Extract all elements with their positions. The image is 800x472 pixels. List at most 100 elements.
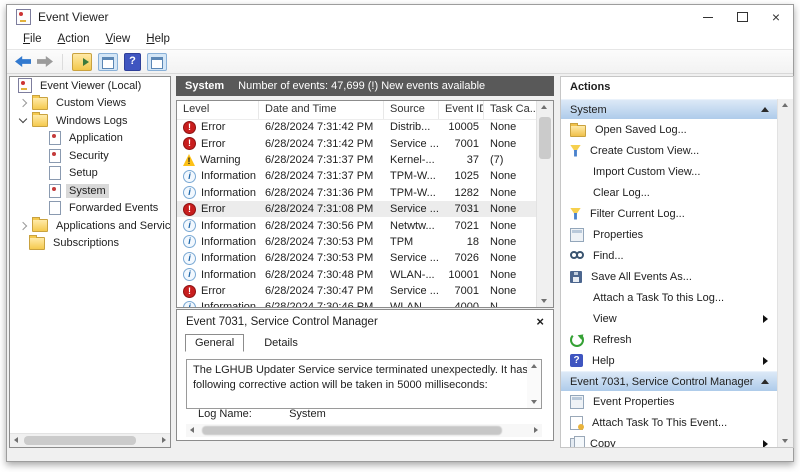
column-level[interactable]: Level	[177, 101, 259, 119]
back-icon[interactable]	[15, 56, 31, 67]
column-source[interactable]: Source	[384, 101, 439, 119]
action-properties[interactable]: Properties	[561, 224, 778, 245]
source-text: TPM-W...	[390, 186, 436, 199]
tree-item-event-viewer-local[interactable]: Event Viewer (Local)	[10, 77, 170, 95]
scrollbar-thumb[interactable]	[539, 117, 551, 159]
action-help[interactable]: ? Help	[561, 350, 778, 371]
detail-horizontal-scrollbar[interactable]	[186, 424, 542, 437]
column-task-category[interactable]: Task Ca...	[484, 101, 537, 119]
source-text: TPM-W...	[390, 170, 436, 183]
action-view[interactable]: View	[561, 308, 778, 329]
event-row-partial[interactable]: i Information 6/28/2024 7:30:46 PM WLAN..…	[177, 299, 537, 307]
description-scrollbar[interactable]	[527, 360, 541, 408]
tree-item-security[interactable]: Security	[10, 147, 170, 165]
scrollbar-thumb[interactable]	[24, 436, 136, 445]
scroll-left-icon[interactable]	[14, 437, 18, 443]
actions-section-system[interactable]: System	[561, 99, 778, 119]
scroll-right-icon[interactable]	[162, 437, 166, 443]
event-row-selected[interactable]: ! Error 6/28/2024 7:31:08 PM Service ... …	[177, 200, 537, 218]
column-event-id[interactable]: Event ID	[439, 101, 484, 119]
minimize-icon	[703, 16, 713, 18]
collapse-icon[interactable]	[761, 107, 769, 112]
event-row[interactable]: i Information 6/28/2024 7:30:53 PM Servic…	[177, 250, 537, 266]
tree-item-application[interactable]: Application	[10, 130, 170, 148]
action-import-custom-view[interactable]: Import Custom View...	[561, 161, 778, 182]
action-label: Help	[592, 354, 615, 367]
menu-file[interactable]: File	[15, 31, 50, 47]
column-date-time[interactable]: Date and Time	[259, 101, 384, 119]
source-text: WLAN-...	[390, 268, 435, 281]
actions-vertical-scrollbar[interactable]	[777, 99, 793, 447]
tree-item-applications-services[interactable]: Applications and Services Log	[10, 217, 170, 235]
event-row[interactable]: i Information 6/28/2024 7:30:53 PM TPM 18…	[177, 234, 537, 250]
action-pane-icon[interactable]	[147, 52, 167, 71]
event-row[interactable]: i Information 6/28/2024 7:31:36 PM TPM-W.…	[177, 185, 537, 201]
error-icon: !	[183, 284, 196, 298]
chevron-right-icon[interactable]	[18, 221, 28, 230]
scroll-up-icon[interactable]	[531, 364, 537, 368]
action-attach-task-event[interactable]: Attach Task To This Event...	[561, 412, 778, 433]
scrollbar-thumb[interactable]	[202, 426, 502, 435]
task-text: None	[490, 252, 517, 265]
event-row[interactable]: ! Warning 6/28/2024 7:31:37 PM Kernel-...…	[177, 152, 537, 168]
tree-item-subscriptions[interactable]: Subscriptions	[10, 234, 170, 253]
action-create-custom-view[interactable]: Create Custom View...	[561, 140, 778, 161]
scroll-right-icon[interactable]	[534, 427, 538, 433]
action-filter-current-log[interactable]: Filter Current Log...	[561, 203, 778, 224]
close-button[interactable]: ×	[759, 5, 793, 29]
detail-fields: Log Name: System	[186, 408, 542, 420]
list-vertical-scrollbar[interactable]	[536, 101, 553, 307]
minimize-button[interactable]	[691, 5, 725, 29]
source-text: Distrib...	[390, 121, 431, 134]
event-row[interactable]: i Information 6/28/2024 7:30:48 PM WLAN-.…	[177, 267, 537, 283]
folder-icon	[29, 234, 45, 250]
collapse-icon[interactable]	[761, 379, 769, 384]
menu-help[interactable]: Help	[138, 31, 178, 47]
tree-item-custom-views[interactable]: Custom Views	[10, 94, 170, 113]
folder-icon	[32, 94, 48, 110]
action-copy[interactable]: Copy	[561, 433, 778, 447]
scroll-up-icon[interactable]	[541, 105, 547, 109]
tree-horizontal-scrollbar[interactable]	[10, 433, 170, 447]
tree-item-forwarded-events[interactable]: Forwarded Events	[10, 200, 170, 218]
action-refresh[interactable]: Refresh	[561, 329, 778, 350]
action-event-properties[interactable]: Event Properties	[561, 391, 778, 412]
menu-view[interactable]: View	[98, 31, 139, 47]
tree-item-setup[interactable]: Setup	[10, 165, 170, 183]
actions-content: System Open Saved Log... Create Custom V…	[561, 99, 778, 447]
event-row[interactable]: ! Error 6/28/2024 7:30:47 PM Service ... …	[177, 283, 537, 299]
event-row[interactable]: ! Error 6/28/2024 7:31:42 PM Distrib... 1…	[177, 119, 537, 135]
event-id-text: 7026	[454, 252, 479, 265]
actions-section-event[interactable]: Event 7031, Service Control Manager	[561, 371, 778, 391]
event-row[interactable]: i Information 6/28/2024 7:31:37 PM TPM-W.…	[177, 168, 537, 184]
help-icon[interactable]: ?	[124, 52, 141, 71]
tree-item-windows-logs[interactable]: Windows Logs	[10, 112, 170, 130]
chevron-down-icon[interactable]	[18, 115, 28, 124]
scroll-up-icon[interactable]	[782, 103, 788, 107]
action-attach-task-log[interactable]: Attach a Task To this Log...	[561, 287, 778, 308]
close-detail-icon[interactable]: ×	[536, 310, 544, 334]
source-text: WLAN...	[384, 301, 439, 307]
scroll-down-icon[interactable]	[531, 400, 537, 404]
maximize-button[interactable]	[725, 5, 759, 29]
action-open-saved-log[interactable]: Open Saved Log...	[561, 119, 778, 140]
export-log-icon[interactable]	[72, 52, 92, 71]
scroll-down-icon[interactable]	[782, 439, 788, 443]
tree-item-system[interactable]: System	[10, 182, 170, 200]
chevron-right-icon[interactable]	[18, 99, 28, 108]
console-tree-icon[interactable]	[98, 52, 118, 71]
scroll-down-icon[interactable]	[541, 299, 547, 303]
action-find[interactable]: Find...	[561, 245, 778, 266]
menu-action[interactable]: Action	[50, 31, 98, 47]
tab-details[interactable]: Details	[255, 335, 307, 351]
action-clear-log[interactable]: Clear Log...	[561, 182, 778, 203]
forward-icon[interactable]	[37, 56, 53, 67]
scroll-left-icon[interactable]	[190, 427, 194, 433]
detail-header: Event 7031, Service Control Manager ×	[177, 310, 553, 334]
action-save-all-events[interactable]: Save All Events As...	[561, 266, 778, 287]
event-row[interactable]: ! Error 6/28/2024 7:31:42 PM Service ... …	[177, 135, 537, 151]
source-text: Service ...	[390, 203, 439, 216]
event-row[interactable]: i Information 6/28/2024 7:30:56 PM Netwtw…	[177, 217, 537, 233]
actions-title: Actions	[570, 81, 611, 93]
tab-general[interactable]: General	[185, 334, 245, 352]
